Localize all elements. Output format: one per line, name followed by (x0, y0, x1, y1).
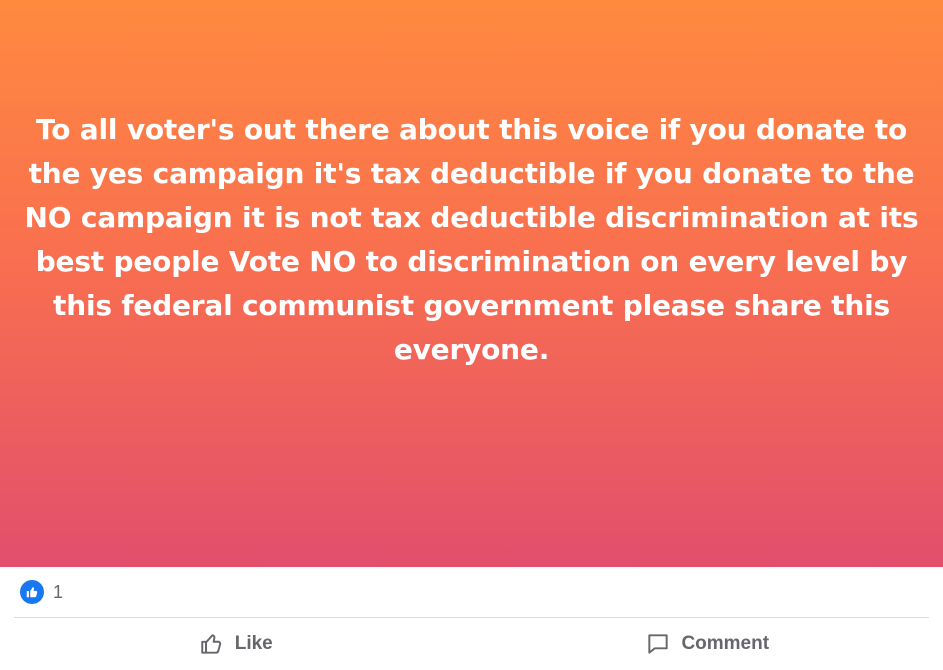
thumbs-up-icon (199, 631, 225, 657)
like-reaction-icon (20, 580, 44, 604)
post-background-banner: To all voter's out there about this voic… (0, 0, 943, 567)
reaction-count: 1 (53, 581, 64, 602)
comment-button[interactable]: Comment (472, 618, 943, 670)
post-text: To all voter's out there about this voic… (24, 113, 919, 366)
reactions-summary[interactable]: 1 (0, 567, 943, 617)
post-actions-bar: Like Comment (0, 618, 943, 670)
facebook-post: To all voter's out there about this voic… (0, 0, 943, 670)
like-button-label: Like (234, 633, 273, 654)
comment-button-label: Comment (681, 633, 770, 654)
like-button[interactable]: Like (0, 618, 472, 670)
comment-bubble-icon (645, 631, 671, 657)
